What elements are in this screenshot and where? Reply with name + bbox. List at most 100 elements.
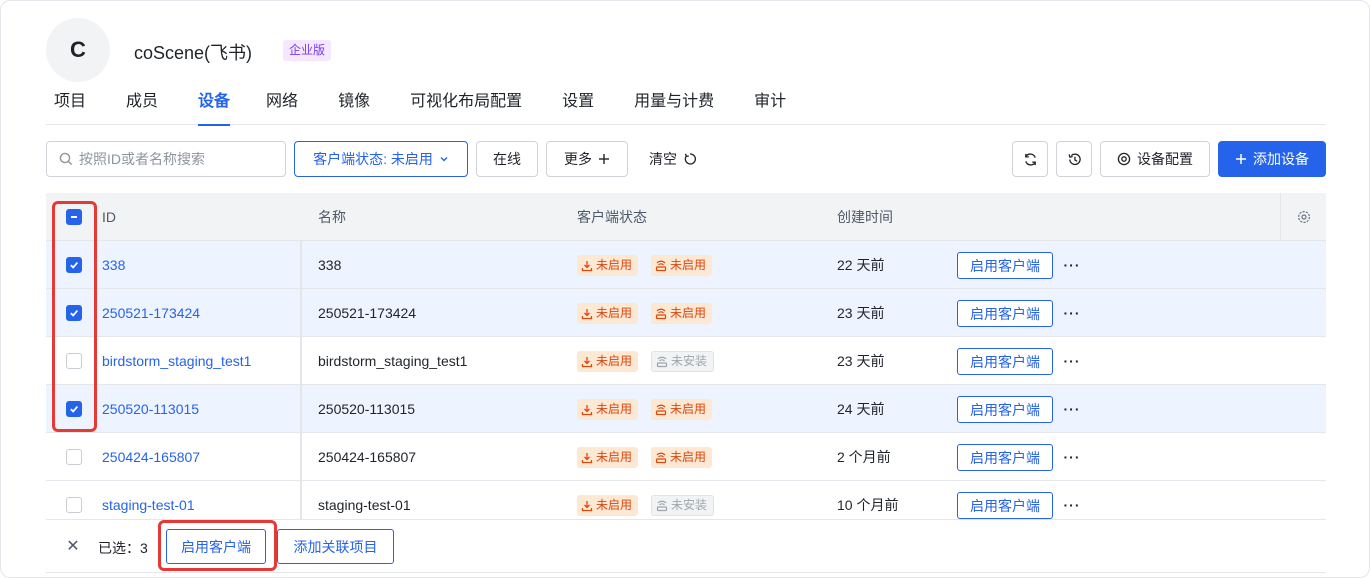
download-icon xyxy=(581,500,593,511)
download-icon xyxy=(581,356,593,367)
row-checkbox[interactable] xyxy=(66,497,82,513)
tab-devices[interactable]: 设备 xyxy=(198,89,231,126)
agent-status-text: 未启用 xyxy=(670,450,707,464)
column-divider xyxy=(300,433,302,481)
app-window: C coScene(飞书) 企业版 项目 成员 设备 网络 镜像 可视化布局配置… xyxy=(0,0,1370,578)
client-status-tag: 未启用 xyxy=(577,495,639,516)
device-id-link[interactable]: birdstorm_staging_test1 xyxy=(102,337,251,385)
client-status-text: 未启用 xyxy=(596,498,633,512)
table-row[interactable]: birdstorm_staging_test1 birdstorm_staging… xyxy=(46,337,1326,385)
column-settings-button[interactable] xyxy=(1280,193,1326,241)
device-id-link[interactable]: 250520-113015 xyxy=(102,385,199,433)
history-button[interactable] xyxy=(1056,141,1092,177)
table-row[interactable]: 250424-165807 250424-165807 未启用 未启用 2 个月前 启用客… xyxy=(46,433,1326,481)
org-name: coScene(飞书) xyxy=(134,43,253,63)
more-filters-button[interactable]: 更多 xyxy=(546,141,628,177)
add-device-button[interactable]: 添加设备 xyxy=(1218,141,1326,177)
enable-client-button[interactable]: 启用客户端 xyxy=(957,348,1053,375)
device-id-link[interactable]: 250521-173424 xyxy=(102,289,200,337)
created-time: 23 天前 xyxy=(837,305,885,321)
selected-count: 已选：3 xyxy=(98,540,148,556)
more-actions-icon[interactable]: ··· xyxy=(1062,255,1082,275)
client-status-tag: 未启用 xyxy=(577,399,639,420)
device-config-button[interactable]: 设备配置 xyxy=(1100,141,1210,177)
agent-status-tag: 未安装 xyxy=(651,495,715,516)
enable-client-button[interactable]: 启用客户端 xyxy=(957,300,1053,327)
reset-icon xyxy=(684,153,696,165)
tab-usage-billing[interactable]: 用量与计费 xyxy=(634,89,714,125)
router-icon xyxy=(655,308,667,319)
header-id[interactable]: ID xyxy=(102,193,116,241)
history-icon xyxy=(1067,152,1081,165)
settings-icon xyxy=(1297,210,1310,224)
client-status-filter[interactable]: 客户端状态: 未启用 xyxy=(294,141,468,177)
search-input[interactable] xyxy=(79,151,279,167)
close-icon[interactable]: ✕ xyxy=(64,537,82,555)
more-actions-icon[interactable]: ··· xyxy=(1062,447,1082,467)
column-divider xyxy=(300,289,302,337)
client-status-text: 未启用 xyxy=(596,354,633,368)
device-name: 338 xyxy=(318,257,342,273)
tab-projects[interactable]: 项目 xyxy=(54,89,86,125)
header-client-status[interactable]: 客户端状态 xyxy=(577,193,647,241)
search-box[interactable] xyxy=(46,141,286,177)
enable-client-button[interactable]: 启用客户端 xyxy=(957,252,1053,279)
router-icon xyxy=(655,404,667,415)
more-actions-icon[interactable]: ··· xyxy=(1062,399,1082,419)
created-time: 24 天前 xyxy=(837,401,885,417)
agent-status-tag: 未启用 xyxy=(651,303,713,324)
header-created[interactable]: 创建时间 xyxy=(837,193,893,241)
plus-icon xyxy=(1236,154,1246,164)
enable-client-button[interactable]: 启用客户端 xyxy=(957,444,1053,471)
check-icon xyxy=(70,406,79,413)
more-actions-icon[interactable]: ··· xyxy=(1062,351,1082,371)
refresh-button[interactable] xyxy=(1012,141,1048,177)
select-all-checkbox[interactable] xyxy=(66,209,82,225)
client-status-text: 未启用 xyxy=(596,306,633,320)
agent-status-text: 未安装 xyxy=(671,498,708,512)
tab-audit[interactable]: 审计 xyxy=(754,89,786,125)
enable-client-button[interactable]: 启用客户端 xyxy=(957,396,1053,423)
table-row[interactable]: 250521-173424 250521-173424 未启用 未启用 23 天前 启用客… xyxy=(46,289,1326,337)
enable-client-button[interactable]: 启用客户端 xyxy=(957,492,1053,519)
row-checkbox[interactable] xyxy=(66,353,82,369)
column-divider xyxy=(300,337,302,385)
table-row[interactable]: 338 338 未启用 未启用 22 天前 启用客户端 ··· xyxy=(46,241,1326,289)
device-config-label: 设备配置 xyxy=(1137,151,1193,167)
agent-status-text: 未启用 xyxy=(670,258,707,272)
agent-status-tag: 未启用 xyxy=(651,399,713,420)
check-icon xyxy=(70,310,79,317)
table-body: 338 338 未启用 未启用 22 天前 启用客户端 ··· 250521-173424 25… xyxy=(46,241,1326,529)
device-id-link[interactable]: 338 xyxy=(102,241,125,289)
router-icon xyxy=(655,260,667,271)
tab-images[interactable]: 镜像 xyxy=(338,89,370,125)
more-actions-icon[interactable]: ··· xyxy=(1062,495,1082,515)
tab-network[interactable]: 网络 xyxy=(266,89,298,125)
device-name: 250521-173424 xyxy=(318,305,417,321)
device-name: birdstorm_staging_test1 xyxy=(318,353,468,369)
bulk-enable-client-button[interactable]: 启用客户端 xyxy=(166,529,266,564)
device-id-link[interactable]: 250424-165807 xyxy=(102,433,200,481)
tab-settings[interactable]: 设置 xyxy=(562,89,594,125)
online-filter-button[interactable]: 在线 xyxy=(476,141,538,177)
gear-icon xyxy=(1117,152,1131,166)
row-checkbox[interactable] xyxy=(66,449,82,465)
agent-status-tag: 未安装 xyxy=(651,351,715,372)
created-time: 2 个月前 xyxy=(837,449,891,465)
check-icon xyxy=(70,262,79,269)
more-actions-icon[interactable]: ··· xyxy=(1062,303,1082,323)
client-status-tag: 未启用 xyxy=(577,447,639,468)
header-name[interactable]: 名称 xyxy=(318,193,346,241)
table-row[interactable]: 250520-113015 250520-113015 未启用 未启用 24 天前 启用客… xyxy=(46,385,1326,433)
edition-badge: 企业版 xyxy=(283,40,332,61)
agent-status-text: 未安装 xyxy=(671,354,708,368)
tab-layout-config[interactable]: 可视化布局配置 xyxy=(410,89,522,125)
row-checkbox[interactable] xyxy=(66,401,82,417)
row-checkbox[interactable] xyxy=(66,305,82,321)
tab-members[interactable]: 成员 xyxy=(126,89,158,125)
created-time: 22 天前 xyxy=(837,257,885,273)
row-checkbox[interactable] xyxy=(66,257,82,273)
chevron-down-icon xyxy=(440,157,448,162)
clear-filters-button[interactable]: 清空 xyxy=(638,141,708,177)
add-associated-project-button[interactable]: 添加关联项目 xyxy=(277,529,394,564)
